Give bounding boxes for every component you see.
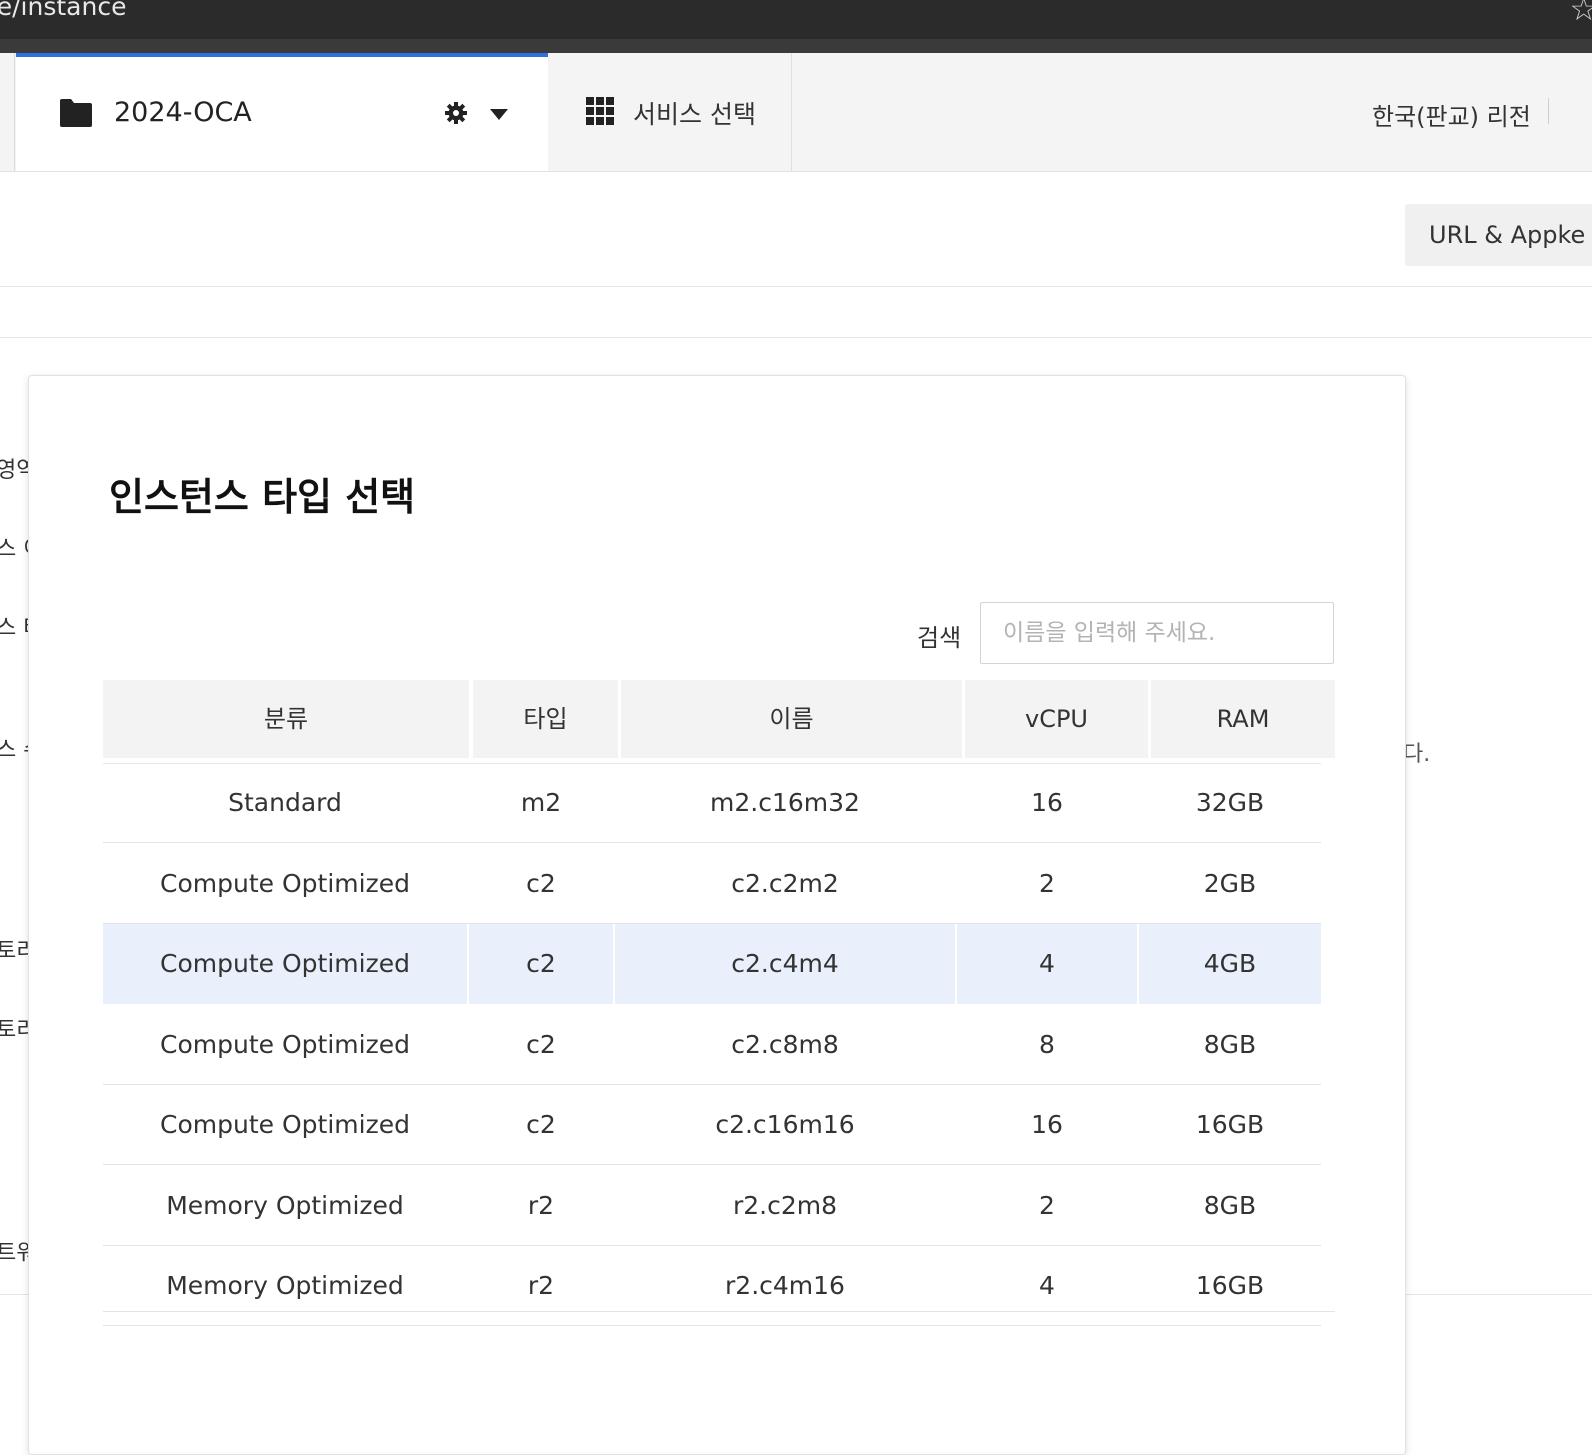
service-select-button[interactable]: 서비스 선택 [548, 53, 792, 171]
browser-url-bar[interactable]: ite/instance ☆ [0, 0, 1592, 39]
cell-vcpu: 2 [1039, 868, 1055, 898]
header-divider [14, 53, 15, 171]
cell-vcpu: 16 [1031, 788, 1063, 817]
grid-icon [586, 97, 614, 125]
sub-toolbar: URL & Appke [0, 172, 1592, 287]
table-row[interactable]: Compute Optimized c2 c2.c16m16 16 16GB [103, 1085, 1321, 1165]
project-name: 2024-OCA [114, 97, 252, 128]
cell-vcpu: 8 [1039, 1029, 1055, 1059]
table-row[interactable]: Compute Optimized c2 c2.c8m8 8 8GB [103, 1005, 1321, 1085]
cell-category: Memory Optimized [166, 1190, 404, 1220]
cell-ram: 2GB [1203, 868, 1257, 898]
console-header: 2024-OCA 서비스 선택 한국(판교) 리전 [0, 53, 1592, 172]
cell-vcpu: 16 [1031, 1110, 1063, 1139]
cell-separator [955, 924, 957, 1004]
background-divider [0, 1294, 28, 1295]
table-row[interactable]: Memory Optimized r2 r2.c2m8 2 8GB [103, 1166, 1321, 1246]
folder-icon [60, 99, 92, 127]
column-header-vcpu[interactable]: vCPU [965, 680, 1148, 758]
search-label: 검색 [917, 624, 962, 652]
chevron-down-icon[interactable] [490, 109, 508, 120]
service-select-label: 서비스 선택 [633, 100, 756, 129]
cell-name: r2.c2m8 [732, 1190, 838, 1220]
cell-type: r2 [527, 1271, 555, 1300]
cell-category: Compute Optimized [160, 1110, 410, 1139]
cell-name: c2.c16m16 [715, 1110, 855, 1139]
column-header-type[interactable]: 타입 [473, 680, 618, 758]
cell-name: c2.c4m4 [731, 949, 839, 978]
cell-ram: 16GB [1195, 1110, 1265, 1139]
browser-tab-strip [0, 39, 1592, 53]
secondary-toolbar [0, 287, 1592, 338]
cell-separator [613, 924, 615, 1004]
bookmark-star-icon[interactable]: ☆ [1569, 0, 1592, 28]
cell-type: c2 [526, 1110, 556, 1139]
background-text: 다. [1403, 742, 1431, 767]
cell-category: Memory Optimized [166, 1271, 404, 1300]
table-row[interactable]: Memory Optimized r2 r2.c4m16 4 16GB [103, 1246, 1321, 1326]
table-row-selected[interactable]: Compute Optimized c2 c2.c4m4 4 4GB [103, 924, 1321, 1004]
cell-ram: 4GB [1203, 949, 1257, 978]
cell-type: c2 [526, 1029, 556, 1059]
cell-vcpu: 4 [1039, 1271, 1055, 1300]
cell-ram: 8GB [1203, 1190, 1257, 1220]
cell-ram: 8GB [1203, 1029, 1257, 1059]
cell-category: Standard [228, 788, 342, 817]
background-text: 스 이 [0, 537, 30, 562]
gear-icon[interactable] [444, 101, 468, 125]
url-appkey-button[interactable]: URL & Appke [1405, 204, 1592, 266]
cell-separator [1137, 924, 1139, 1004]
region-separator [1548, 98, 1549, 124]
cell-vcpu: 4 [1039, 949, 1055, 978]
cell-category: Compute Optimized [160, 1029, 410, 1059]
table-top-rule [103, 763, 1321, 764]
column-header-category[interactable]: 분류 [103, 680, 469, 758]
cell-separator [467, 924, 469, 1004]
cell-name: r2.c4m16 [725, 1271, 845, 1300]
cell-ram: 16GB [1195, 1271, 1265, 1300]
instance-type-modal: 인스턴스 타입 선택 검색 분류 타입 이름 vCPU RAM Standard… [28, 375, 1406, 1455]
cell-vcpu: 2 [1039, 1190, 1055, 1220]
table-bottom-rule [103, 1311, 1335, 1312]
cell-type: r2 [527, 1190, 555, 1220]
cell-type: c2 [526, 949, 556, 978]
background-text: 스 수 [0, 738, 30, 763]
background-text: 영역 [0, 458, 30, 483]
cell-name: c2.c8m8 [731, 1029, 839, 1059]
search-input[interactable] [980, 602, 1334, 664]
column-header-name[interactable]: 이름 [621, 680, 962, 758]
background-text: 트워 [0, 1241, 30, 1266]
project-selector[interactable]: 2024-OCA [16, 53, 548, 171]
region-selector[interactable]: 한국(판교) 리전 [1372, 97, 1531, 132]
background-text: 토리 [0, 1018, 30, 1043]
cell-ram: 32GB [1195, 788, 1265, 817]
background-divider [1406, 1294, 1592, 1295]
modal-title: 인스턴스 타입 선택 [109, 475, 416, 519]
table-row[interactable]: Standard m2 m2.c16m32 16 32GB [103, 763, 1321, 843]
cell-category: Compute Optimized [160, 949, 410, 978]
url-text: ite/instance [0, 0, 127, 21]
cell-type: m2 [520, 788, 562, 817]
table-header: 분류 타입 이름 vCPU RAM [103, 680, 1335, 758]
cell-name: m2.c16m32 [710, 788, 860, 817]
table-row[interactable]: Compute Optimized c2 c2.c2m2 2 2GB [103, 844, 1321, 924]
background-text: 토리 [0, 939, 30, 964]
cell-type: c2 [526, 868, 556, 898]
column-header-ram[interactable]: RAM [1151, 680, 1335, 758]
background-text: 스 타 [0, 616, 30, 641]
cell-name: c2.c2m2 [731, 868, 839, 898]
cell-category: Compute Optimized [160, 868, 410, 898]
